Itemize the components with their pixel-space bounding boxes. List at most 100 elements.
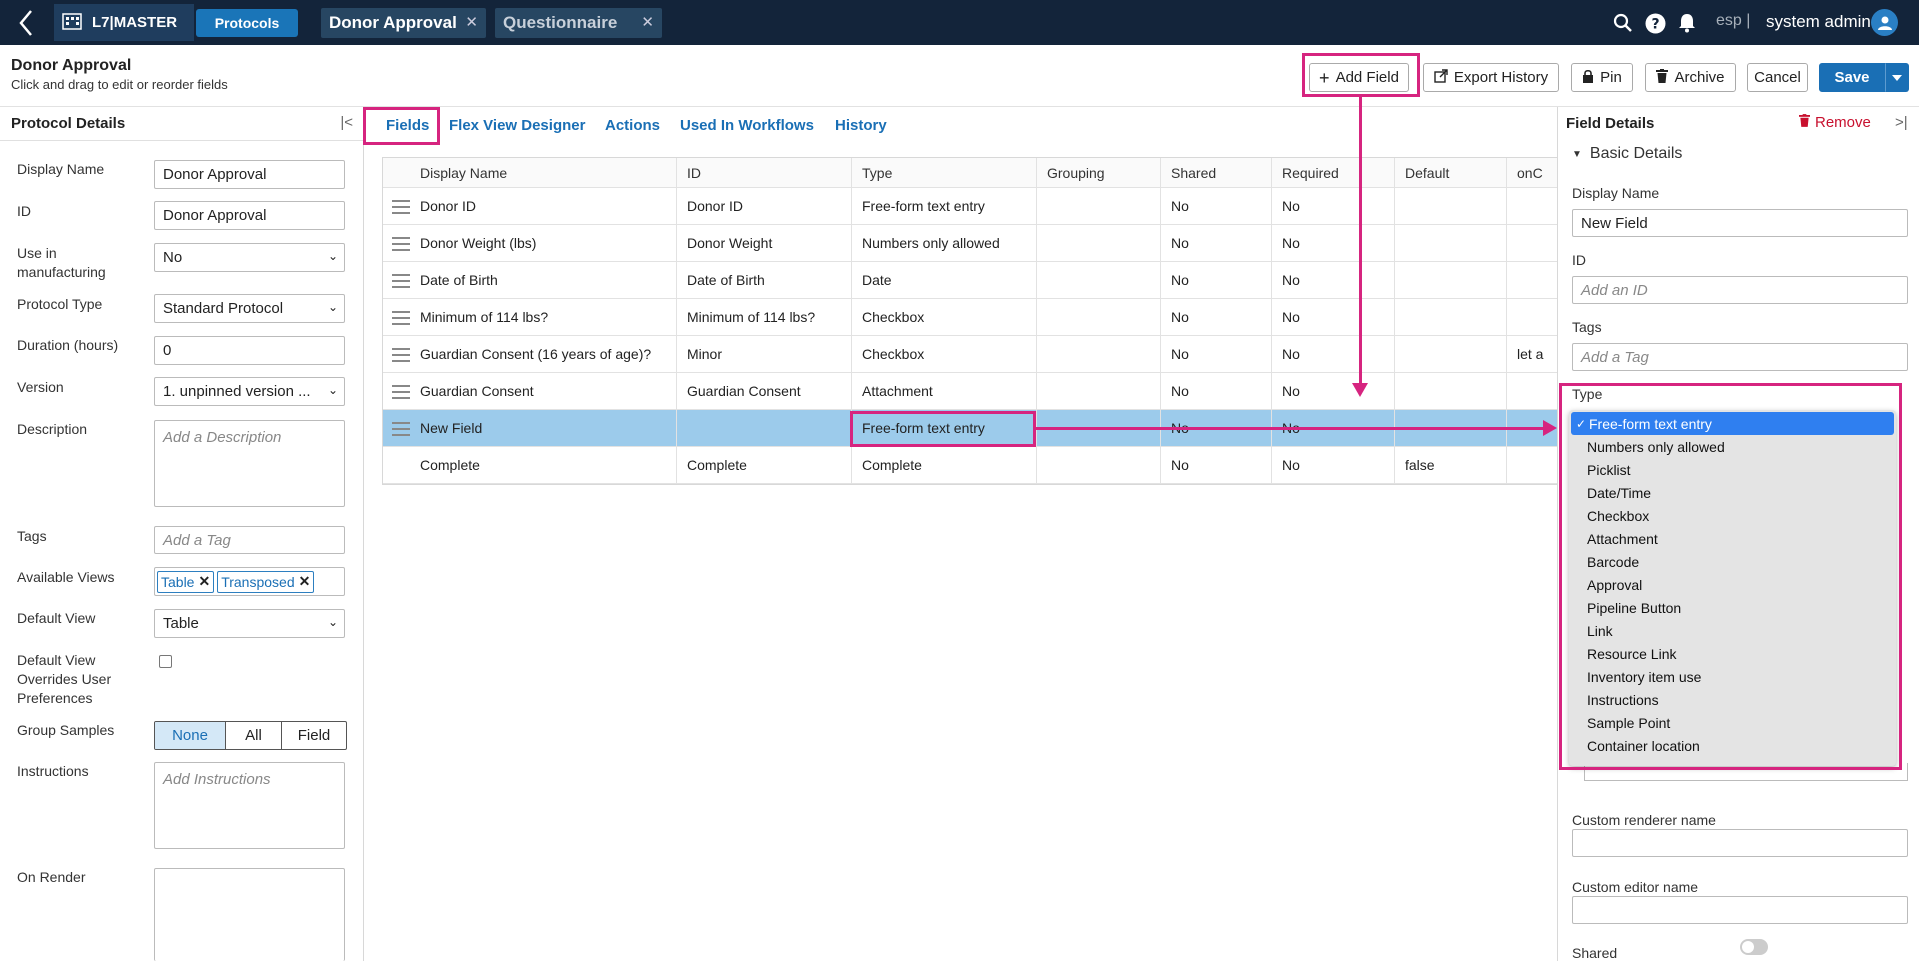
table-row[interactable]: Donor ID Donor ID Free-form text entry No No bbox=[383, 188, 1557, 225]
table-cell-default[interactable] bbox=[1394, 373, 1506, 409]
table-cell-shared[interactable]: No bbox=[1160, 299, 1271, 335]
pin-button[interactable]: Pin bbox=[1571, 63, 1633, 92]
use-in-manufacturing-select[interactable]: No ⌄ bbox=[154, 243, 345, 272]
type-option[interactable]: Date/Time bbox=[1569, 481, 1896, 504]
table-row[interactable]: Guardian Consent Guardian Consent Attachme… bbox=[383, 373, 1557, 410]
table-cell-id[interactable] bbox=[676, 410, 851, 446]
tab-used-in-workflows[interactable]: Used In Workflows bbox=[680, 117, 814, 134]
search-icon[interactable] bbox=[1612, 12, 1634, 34]
collapse-panel-icon[interactable]: |< bbox=[340, 114, 353, 131]
table-cell-onc[interactable]: let a bbox=[1506, 336, 1558, 372]
table-cell-default[interactable] bbox=[1394, 336, 1506, 372]
protocol-type-select[interactable]: Standard Protocol ⌄ bbox=[154, 294, 345, 323]
table-cell-name[interactable]: Guardian Consent bbox=[410, 373, 678, 409]
tab-flex-view-designer[interactable]: Flex View Designer bbox=[449, 117, 585, 134]
group-samples-all[interactable]: All bbox=[226, 722, 282, 749]
drag-handle-icon[interactable] bbox=[392, 385, 410, 403]
type-option[interactable]: Sample Point bbox=[1569, 711, 1896, 734]
default-view-select[interactable]: Table ⌄ bbox=[154, 609, 345, 638]
display-name-input[interactable]: Donor Approval bbox=[154, 160, 345, 189]
table-cell-name[interactable]: Guardian Consent (16 years of age)? bbox=[410, 336, 678, 372]
table-cell-type[interactable]: Complete bbox=[851, 447, 1036, 483]
table-cell-id[interactable]: Minimum of 114 lbs? bbox=[676, 299, 851, 335]
table-cell-name[interactable]: Donor Weight (lbs) bbox=[410, 225, 678, 261]
table-cell-default[interactable] bbox=[1394, 262, 1506, 298]
table-cell-grouping[interactable] bbox=[1036, 262, 1160, 298]
field-id-input[interactable]: Add an ID bbox=[1572, 276, 1908, 304]
type-option[interactable]: Container location bbox=[1569, 734, 1896, 757]
table-row[interactable]: Donor Weight (lbs) Donor Weight Numbers on… bbox=[383, 225, 1557, 262]
drag-handle-icon[interactable] bbox=[392, 237, 410, 255]
table-cell-onc[interactable] bbox=[1506, 299, 1558, 335]
collapse-panel-icon[interactable]: >| bbox=[1895, 114, 1908, 131]
table-cell-required[interactable]: No bbox=[1271, 188, 1394, 224]
table-cell-id[interactable]: Donor ID bbox=[676, 188, 851, 224]
language-switch[interactable]: esp | bbox=[1716, 12, 1750, 30]
save-button[interactable]: Save bbox=[1819, 63, 1885, 92]
table-cell-required[interactable]: No bbox=[1271, 336, 1394, 372]
column-header-shared[interactable]: Shared bbox=[1160, 158, 1271, 187]
table-cell-type[interactable]: Free-form text entry bbox=[851, 410, 1036, 446]
table-cell-onc[interactable] bbox=[1506, 373, 1558, 409]
table-cell-default[interactable] bbox=[1394, 225, 1506, 261]
column-header-required[interactable]: Required bbox=[1271, 158, 1394, 187]
column-header-grouping[interactable]: Grouping bbox=[1036, 158, 1160, 187]
close-icon[interactable]: ✕ bbox=[641, 13, 654, 31]
archive-button[interactable]: Archive bbox=[1645, 63, 1736, 92]
table-cell-name[interactable]: Complete bbox=[410, 447, 678, 483]
close-icon[interactable]: ✕ bbox=[299, 573, 311, 590]
protocols-button[interactable]: Protocols bbox=[196, 9, 298, 37]
group-samples-none[interactable]: None bbox=[155, 722, 226, 749]
default-view-overrides-checkbox[interactable] bbox=[159, 655, 172, 668]
table-cell-id[interactable]: Complete bbox=[676, 447, 851, 483]
drag-handle-icon[interactable] bbox=[392, 311, 410, 329]
type-option[interactable]: Inventory item use bbox=[1569, 665, 1896, 688]
type-option[interactable]: Instructions bbox=[1569, 688, 1896, 711]
drag-handle-icon[interactable] bbox=[392, 348, 410, 366]
custom-renderer-input[interactable] bbox=[1572, 829, 1908, 857]
column-header-default[interactable]: Default bbox=[1394, 158, 1506, 187]
on-render-textarea[interactable] bbox=[154, 868, 345, 961]
table-cell-id[interactable]: Date of Birth bbox=[676, 262, 851, 298]
doc-tab-questionnaire[interactable]: Questionnaire ✕ bbox=[495, 8, 662, 38]
back-chevron-icon[interactable] bbox=[8, 6, 44, 39]
close-icon[interactable]: ✕ bbox=[198, 573, 210, 590]
table-row[interactable]: Minimum of 114 lbs? Minimum of 114 lbs? Ch… bbox=[383, 299, 1557, 336]
table-cell-type[interactable]: Checkbox bbox=[851, 336, 1036, 372]
drag-handle-icon[interactable] bbox=[392, 274, 410, 292]
table-cell-name[interactable]: Date of Birth bbox=[410, 262, 678, 298]
table-cell-onc[interactable] bbox=[1506, 188, 1558, 224]
table-cell-name[interactable]: Donor ID bbox=[410, 188, 678, 224]
type-option[interactable]: Resource Link bbox=[1569, 642, 1896, 665]
user-name[interactable]: system admin bbox=[1766, 12, 1871, 32]
table-cell-required[interactable]: No bbox=[1271, 262, 1394, 298]
version-select[interactable]: 1. unpinned version ... ⌄ bbox=[154, 377, 345, 406]
type-option[interactable]: Approval bbox=[1569, 573, 1896, 596]
table-cell-shared[interactable]: No bbox=[1160, 373, 1271, 409]
tab-fields[interactable]: Fields bbox=[386, 117, 429, 134]
table-cell-shared[interactable]: No bbox=[1160, 336, 1271, 372]
table-cell-shared[interactable]: No bbox=[1160, 225, 1271, 261]
table-row[interactable]: Date of Birth Date of Birth Date No No bbox=[383, 262, 1557, 299]
table-cell-required[interactable]: No bbox=[1271, 447, 1394, 483]
duration-input[interactable]: 0 bbox=[154, 336, 345, 365]
tab-actions[interactable]: Actions bbox=[605, 117, 660, 134]
table-cell-shared[interactable]: No bbox=[1160, 262, 1271, 298]
table-row[interactable]: Complete Complete Complete No No false bbox=[383, 447, 1557, 484]
table-cell-onc[interactable] bbox=[1506, 447, 1558, 483]
table-cell-type[interactable]: Date bbox=[851, 262, 1036, 298]
close-icon[interactable]: ✕ bbox=[465, 13, 478, 31]
basic-details-section-toggle[interactable]: ▼ Basic Details bbox=[1572, 145, 1682, 163]
table-cell-name[interactable]: New Field bbox=[410, 410, 678, 446]
table-cell-onc[interactable] bbox=[1506, 225, 1558, 261]
doc-tab-donor-approval[interactable]: Donor Approval ✕ bbox=[321, 8, 486, 38]
table-cell-type[interactable]: Numbers only allowed bbox=[851, 225, 1036, 261]
id-input[interactable]: Donor Approval bbox=[154, 201, 345, 230]
table-cell-type[interactable]: Attachment bbox=[851, 373, 1036, 409]
table-cell-default[interactable] bbox=[1394, 188, 1506, 224]
table-cell-required[interactable]: No bbox=[1271, 373, 1394, 409]
table-cell-type[interactable]: Checkbox bbox=[851, 299, 1036, 335]
app-logo[interactable]: L7|MASTER bbox=[54, 4, 194, 41]
field-display-name-input[interactable]: New Field bbox=[1572, 209, 1908, 237]
drag-handle-icon[interactable] bbox=[392, 200, 410, 218]
